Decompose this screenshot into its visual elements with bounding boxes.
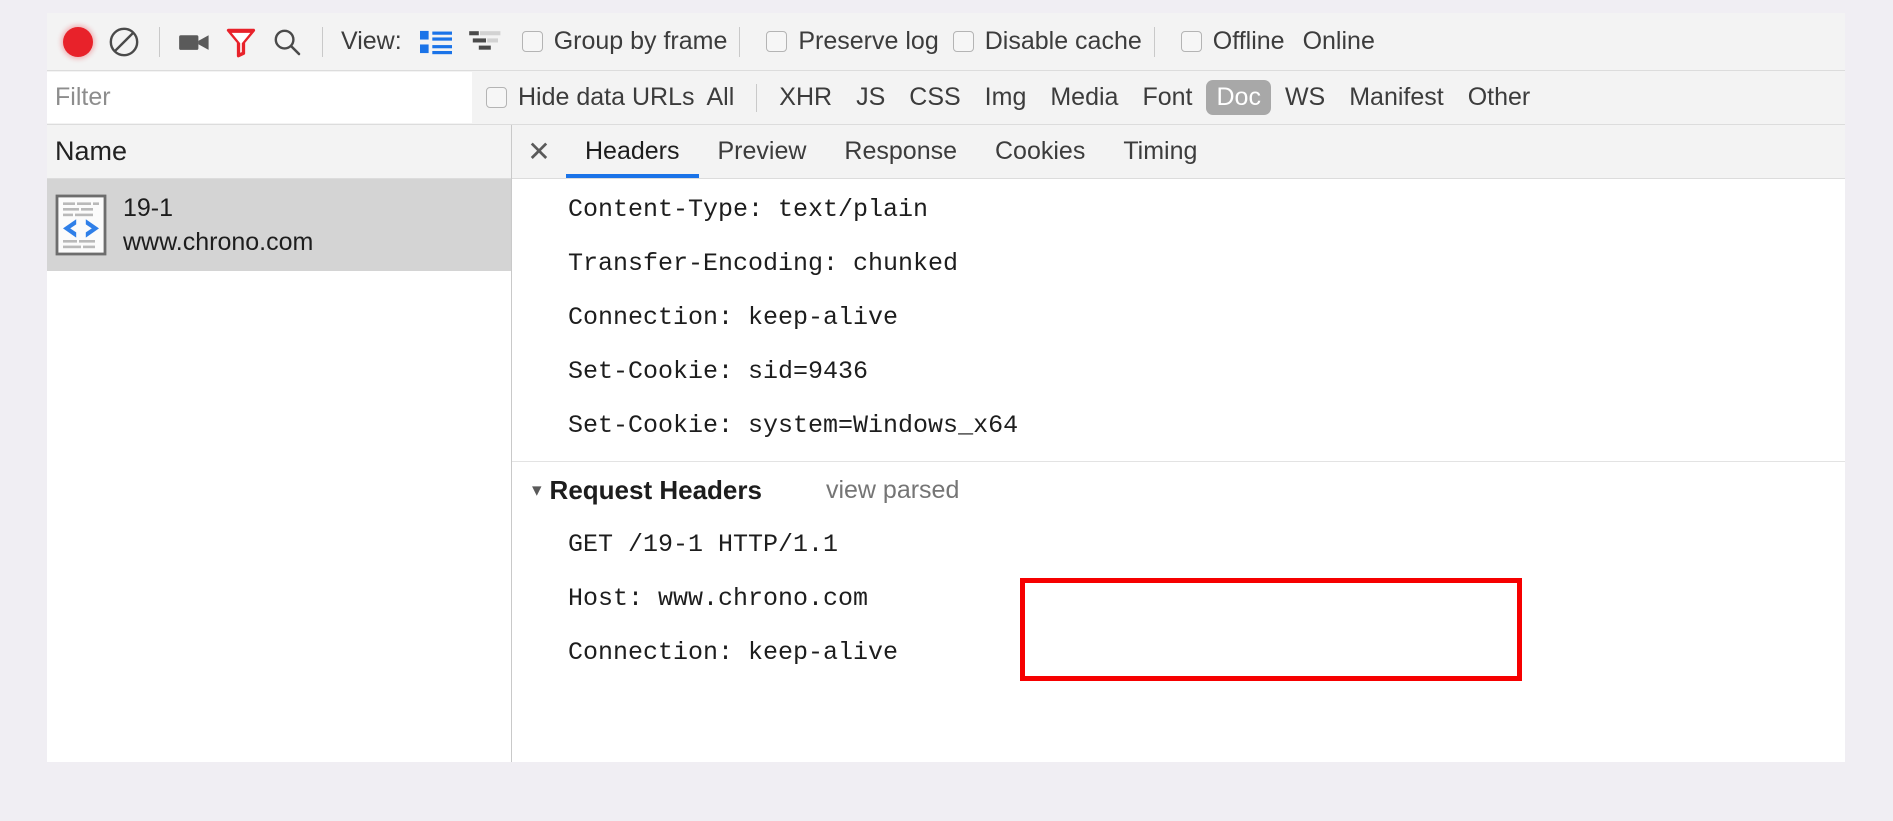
document-code-icon [55,194,107,256]
clear-no-entry-icon [109,27,139,56]
request-item-texts: 19-1 www.chrono.com [123,191,313,259]
detail-tabbar: ✕ Headers Preview Response Cookies Timin… [512,125,1845,179]
type-filter-js[interactable]: JS [846,80,895,115]
response-header-content-type: Content-Type: text/plain [568,195,929,224]
offline-label: Offline [1212,27,1285,55]
clear-button[interactable] [101,19,147,65]
column-header-name: Name [55,136,128,166]
type-filter-img[interactable]: Img [975,80,1037,115]
filter-bar: Hide data URLs All XHR JS CSS Img Media … [47,71,1845,125]
request-headers-section-header[interactable]: ▾ Request Headers view parsed [512,462,1845,518]
hide-data-urls-checkbox[interactable]: Hide data URLs [486,83,694,112]
group-by-frame-checkbox[interactable]: Group by frame [521,27,728,56]
preserve-log-checkbox[interactable]: Preserve log [766,27,939,56]
chevron-down-icon: ▾ [532,479,542,501]
view-list-button[interactable] [414,22,458,62]
hide-data-urls-label: Hide data URLs [518,83,695,111]
view-label: View: [341,27,402,55]
type-filter-other[interactable]: Other [1458,80,1541,115]
tab-preview[interactable]: Preview [699,125,826,178]
tab-timing[interactable]: Timing [1104,125,1216,178]
filter-toggle-button[interactable] [218,19,264,65]
close-icon[interactable]: ✕ [512,125,566,178]
online-throttle-select[interactable]: Online [1303,27,1375,56]
response-header-transfer-encoding: Transfer-Encoding: chunked [568,249,959,278]
request-list-item-19-1[interactable]: 19-1 www.chrono.com [47,179,511,271]
type-filter-manifest[interactable]: Manifest [1339,80,1453,115]
request-header-host: Host: www.chrono.com [568,584,869,613]
headers-content: Content-Type: text/plain Transfer-Encodi… [512,179,1845,762]
response-header-set-cookie-system: Set-Cookie: system=Windows_x64 [568,411,1019,440]
tab-cookies[interactable]: Cookies [976,125,1104,178]
request-headers-title: Request Headers [549,474,762,505]
view-parsed-link[interactable]: view parsed [826,476,959,505]
request-item-name: 19-1 [123,194,174,222]
search-button[interactable] [264,19,310,65]
toolbar-divider-4 [1153,26,1155,57]
group-by-frame-label: Group by frame [553,27,728,55]
tab-headers[interactable]: Headers [566,125,699,178]
screenshot-camera-icon [179,34,209,50]
toolbar-divider-2 [322,26,323,57]
request-list-header: Name [47,125,511,179]
tab-response[interactable]: Response [825,125,976,178]
capture-screenshots-button[interactable] [172,19,218,65]
resource-type-filters: All XHR JS CSS Img Media Font Doc WS Man… [694,80,1542,115]
type-filter-divider [756,83,758,112]
network-split-view: Name 19-1 www.chrono.com ✕ Headers Previ… [47,125,1845,762]
response-header-connection: Connection: keep-alive [568,303,899,332]
disable-cache-checkbox[interactable]: Disable cache [952,27,1142,56]
network-devtools-panel: View: Group by frame Preserve log Disabl… [47,13,1845,762]
request-list-pane: Name 19-1 www.chrono.com [47,125,512,762]
type-filter-all[interactable]: All [696,80,744,115]
filter-input[interactable] [47,72,472,123]
list-view-icon [419,30,452,54]
record-dot-icon [63,26,93,57]
request-header-connection: Connection: keep-alive [568,638,899,667]
waterfall-view-icon [468,30,501,50]
view-waterfall-button[interactable] [464,22,508,62]
disable-cache-label: Disable cache [984,27,1142,55]
search-magnifier-icon [274,29,301,55]
type-filter-xhr[interactable]: XHR [769,80,842,115]
type-filter-css[interactable]: CSS [899,80,970,115]
toolbar-divider-1 [159,26,160,57]
request-line: GET /19-1 HTTP/1.1 [568,530,839,559]
type-filter-ws[interactable]: WS [1275,80,1335,115]
checkbox-box [521,31,543,52]
record-button[interactable] [55,19,101,65]
checkbox-box [1180,31,1202,52]
response-header-set-cookie-sid: Set-Cookie: sid=9436 [568,357,869,386]
offline-checkbox[interactable]: Offline [1180,27,1285,56]
checkbox-box [952,31,974,52]
type-filter-font[interactable]: Font [1132,80,1202,115]
filter-funnel-icon [226,28,256,57]
checkbox-box [766,31,788,52]
preserve-log-label: Preserve log [798,27,939,55]
toolbar-divider-3 [739,26,741,57]
type-filter-doc[interactable]: Doc [1206,80,1271,115]
network-toolbar: View: Group by frame Preserve log Disabl… [47,13,1845,71]
checkbox-box [486,87,507,108]
request-item-host: www.chrono.com [123,228,314,256]
type-filter-media[interactable]: Media [1040,80,1128,115]
request-detail-pane: ✕ Headers Preview Response Cookies Timin… [512,125,1845,762]
